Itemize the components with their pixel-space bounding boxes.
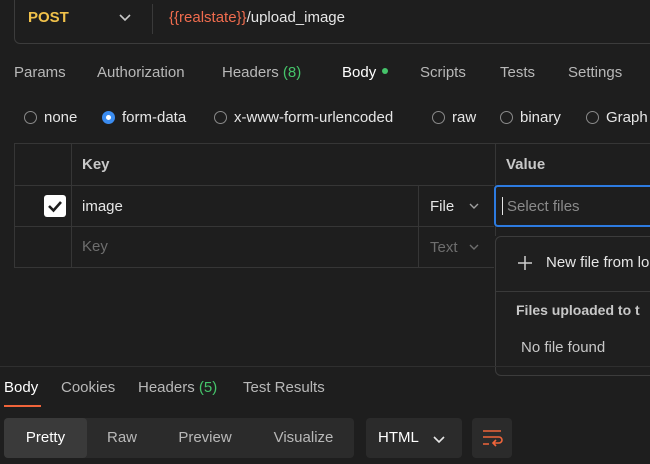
tab-headers[interactable]: Headers (8) <box>222 64 301 81</box>
url-variable: {{realstate}} <box>169 9 247 26</box>
response-headers-label: Headers <box>138 379 195 396</box>
chevron-down-icon[interactable] <box>468 200 480 212</box>
new-file-from-local-item[interactable]: New file from lo <box>546 254 649 271</box>
tab-settings[interactable]: Settings <box>568 64 622 81</box>
plus-icon <box>518 256 532 270</box>
response-tab-headers[interactable]: Headers (5) <box>138 379 217 396</box>
chevron-down-icon <box>433 436 445 444</box>
view-mode-visualize[interactable]: Visualize <box>253 418 354 458</box>
url-input[interactable]: {{realstate}}/upload_image <box>169 9 345 26</box>
radio-label: form-data <box>122 109 187 126</box>
headers-count: (8) <box>282 64 302 81</box>
url-divider <box>152 4 153 34</box>
response-headers-count: (5) <box>198 379 218 396</box>
tab-tests[interactable]: Tests <box>500 64 535 81</box>
value-column-header: Value <box>506 156 546 173</box>
checkmark-icon <box>48 201 62 213</box>
radio-label: Graph <box>606 109 648 126</box>
radio-circle <box>214 111 227 124</box>
radio-none[interactable]: none <box>24 109 77 126</box>
view-mode-pretty[interactable]: Pretty <box>4 418 87 458</box>
no-file-found-text: No file found <box>521 339 606 356</box>
text-caret <box>502 197 503 215</box>
response-tab-body[interactable]: Body <box>4 379 38 396</box>
tab-headers-label: Headers <box>222 64 279 81</box>
key-column-header: Key <box>82 156 110 173</box>
radio-circle <box>24 111 37 124</box>
body-modified-dot <box>382 68 389 75</box>
tab-scripts[interactable]: Scripts <box>420 64 466 81</box>
row-enabled-checkbox[interactable] <box>44 195 66 217</box>
response-divider <box>0 366 650 367</box>
radio-label: none <box>44 109 78 126</box>
table-border-bottom <box>14 267 494 268</box>
row-type-select[interactable]: File <box>430 198 454 215</box>
radio-circle <box>432 111 445 124</box>
new-row-type-select[interactable]: Text <box>430 239 458 256</box>
new-key-input[interactable]: Key <box>82 238 108 255</box>
chevron-down-icon[interactable] <box>118 10 132 24</box>
table-border-row <box>14 226 494 227</box>
format-select-label: HTML <box>378 429 419 446</box>
response-tab-test-results[interactable]: Test Results <box>243 379 325 396</box>
tab-params[interactable]: Params <box>14 64 66 81</box>
radio-circle-selected <box>102 111 115 124</box>
tab-authorization[interactable]: Authorization <box>97 64 185 81</box>
method-select[interactable]: POST <box>28 9 69 26</box>
radio-binary[interactable]: binary <box>500 109 561 126</box>
view-mode-raw[interactable]: Raw <box>87 418 157 458</box>
response-tab-cookies[interactable]: Cookies <box>61 379 115 396</box>
dropdown-divider <box>496 291 650 292</box>
table-border-header <box>14 185 494 186</box>
tab-body[interactable]: Body <box>342 64 389 81</box>
radio-label: raw <box>452 109 477 126</box>
uploaded-files-heading: Files uploaded to t <box>516 302 640 318</box>
radio-form-data[interactable]: form-data <box>102 109 186 126</box>
select-files-placeholder: Select files <box>507 198 580 215</box>
radio-raw[interactable]: raw <box>432 109 476 126</box>
tab-body-label: Body <box>342 64 377 81</box>
chevron-down-icon[interactable] <box>468 241 480 253</box>
table-border-top <box>14 143 650 144</box>
radio-label: binary <box>520 109 561 126</box>
radio-circle <box>500 111 513 124</box>
radio-urlencoded[interactable]: x-www-form-urlencoded <box>214 109 393 126</box>
row-key-input[interactable]: image <box>82 198 123 215</box>
table-border-left <box>14 143 15 267</box>
view-mode-preview[interactable]: Preview <box>157 418 253 458</box>
table-col-divider <box>418 185 419 267</box>
table-col-divider <box>71 143 72 267</box>
radio-circle <box>586 111 599 124</box>
wrap-lines-icon <box>483 430 503 447</box>
url-path: /upload_image <box>246 9 345 26</box>
active-tab-underline <box>4 405 41 407</box>
radio-graphql[interactable]: Graph <box>586 109 648 126</box>
radio-label: x-www-form-urlencoded <box>234 109 394 126</box>
wrap-lines-button[interactable] <box>472 418 512 458</box>
